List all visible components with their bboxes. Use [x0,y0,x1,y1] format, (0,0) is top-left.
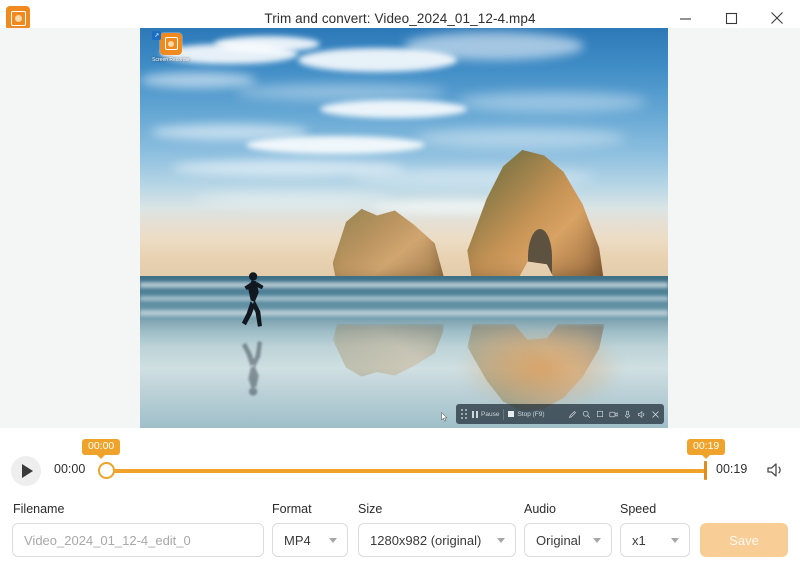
shortcut-icon-dot [168,40,175,47]
timeline-track[interactable] [106,469,706,473]
toolbar-divider [503,408,505,420]
save-button[interactable]: Save [700,523,788,557]
app-icon [6,6,30,30]
runner-reflection [232,334,274,398]
mouse-cursor-icon [441,409,448,427]
stop-icon [508,411,515,417]
cloud [456,92,647,112]
cloud [404,32,584,60]
shortcut-app-icon [160,32,183,55]
recorder-pause-label: Pause [481,410,500,418]
cloud [235,84,447,100]
recorder-overlay-toolbar[interactable]: Pause Stop (F9) [456,404,664,424]
trim-end-handle[interactable] [704,461,707,480]
audio-select[interactable]: Original [524,523,612,557]
chevron-down-icon [329,537,337,543]
square-icon[interactable] [596,410,604,418]
surf-line [140,296,668,302]
surf-line [140,310,668,317]
trim-end-badge: 00:19 [687,439,726,455]
sunset-reflection-glow [456,324,626,412]
volume-icon[interactable] [766,461,786,479]
video-preview[interactable]: ↗ Screen Recorder Pause Stop (F9) [140,28,668,428]
speed-select[interactable]: x1 [620,523,690,557]
play-icon [22,464,33,478]
app-icon-dot [14,14,22,22]
pause-icon [472,410,478,418]
desktop-shortcut: ↗ Screen Recorder [151,30,191,63]
trim-start-badge: 00:00 [82,439,121,455]
format-label: Format [272,502,312,516]
trim-start-handle[interactable] [98,462,115,479]
speed-label: Speed [620,502,657,516]
recorder-tool-icons [568,410,660,419]
size-label: Size [358,502,383,516]
recorder-pause-button[interactable]: Pause [472,410,500,418]
magnifier-icon[interactable] [582,410,591,419]
microphone-icon[interactable] [623,410,632,419]
pen-icon[interactable] [568,410,577,419]
size-value: 1280x982 (original) [370,532,482,548]
cloud [192,192,394,206]
recorder-stop-button[interactable]: Stop (F9) [508,410,545,418]
runner-silhouette [232,270,274,334]
audio-label: Audio [524,502,556,516]
app-icon-square [10,10,26,26]
shortcut-link-badge: ↗ [152,30,162,40]
filename-input[interactable]: Video_2024_01_12-4_edit_0 [12,523,264,557]
close-icon[interactable] [651,410,660,419]
format-value: MP4 [284,532,311,548]
surf-line [140,282,668,289]
filename-label: Filename [13,502,65,516]
cloud [245,136,426,154]
shortcut-icon-square [164,37,178,51]
filename-placeholder: Video_2024_01_12-4_edit_0 [24,532,191,548]
format-select[interactable]: MP4 [272,523,348,557]
recorder-stop-label: Stop (F9) [517,410,545,418]
shortcut-label: Screen Recorder [152,56,190,63]
webcam-icon[interactable] [609,410,618,419]
speed-value: x1 [632,532,646,548]
cloud [140,72,257,88]
current-time-label: 00:00 [54,462,86,476]
chevron-down-icon [497,537,505,543]
cloud [414,128,626,148]
trim-and-convert-window: Trim and convert: Video_2024_01_12-4.mp4 [0,0,800,570]
size-select[interactable]: 1280x982 (original) [358,523,516,557]
audio-value: Original [536,532,581,548]
speaker-icon[interactable] [637,410,646,419]
preview-stage: ↗ Screen Recorder Pause Stop (F9) [0,28,800,428]
cloud [319,100,468,118]
chevron-down-icon [593,537,601,543]
chevron-down-icon [671,537,679,543]
play-button[interactable] [11,456,41,486]
drag-grip-icon[interactable] [460,408,468,420]
duration-label: 00:19 [716,462,748,476]
cloud [213,36,320,52]
